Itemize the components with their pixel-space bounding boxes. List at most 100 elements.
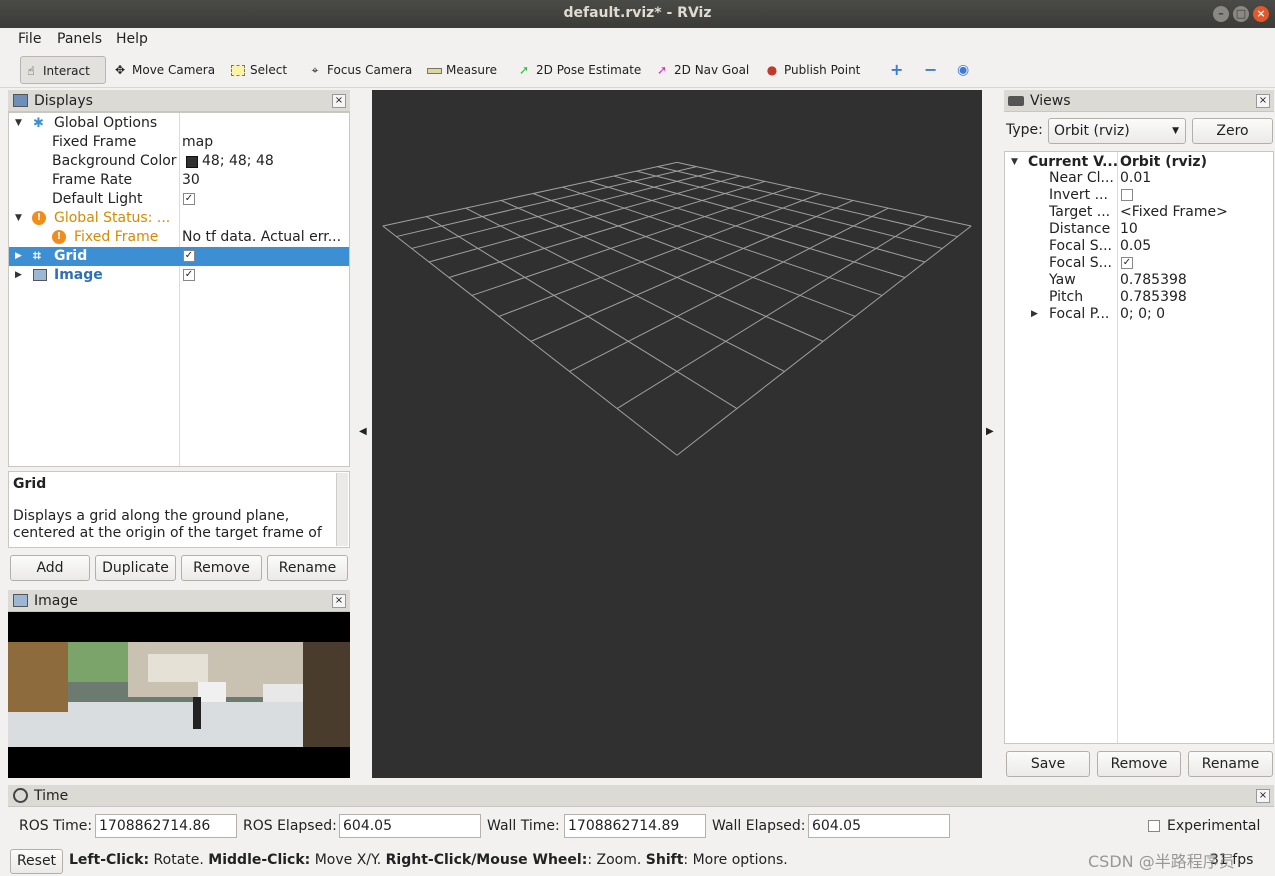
watermark: CSDN @半路程序员 xyxy=(1088,852,1235,871)
measure-tool[interactable]: Measure xyxy=(424,56,497,84)
collapse-arrow-icon[interactable]: ▶ xyxy=(15,266,25,285)
close-icon[interactable]: × xyxy=(1256,94,1270,108)
experimental-checkbox[interactable] xyxy=(1148,820,1160,832)
frame-rate-value[interactable]: 30 xyxy=(182,171,200,190)
right-click-desc: : Zoom. xyxy=(587,852,642,868)
rename-view-button[interactable]: Rename xyxy=(1188,751,1273,777)
ros-elapsed-label: ROS Elapsed: xyxy=(243,818,337,834)
background-color-value[interactable]: 48; 48; 48 xyxy=(202,152,274,171)
wall-elapsed-field[interactable]: 604.05 xyxy=(808,814,950,838)
grid-line xyxy=(465,207,785,372)
default-light-row[interactable]: Default Light ✓ xyxy=(9,190,349,209)
grid-line xyxy=(396,166,697,238)
view-property-value[interactable]: 0.05 xyxy=(1120,238,1151,255)
close-icon[interactable]: × xyxy=(332,594,346,608)
description-scrollbar[interactable] xyxy=(336,473,348,546)
view-property-value[interactable]: 0; 0; 0 xyxy=(1120,306,1165,323)
window-title: default.rviz* - RViz xyxy=(563,5,712,21)
view-property-row[interactable]: Target ... <Fixed Frame> xyxy=(1005,204,1273,221)
view-property-value[interactable]: <Fixed Frame> xyxy=(1120,204,1228,221)
move-camera-tool[interactable]: ✥ Move Camera xyxy=(110,56,215,84)
wall-time-field[interactable]: 1708862714.89 xyxy=(564,814,706,838)
color-swatch[interactable] xyxy=(186,156,198,168)
frame-rate-row[interactable]: Frame Rate 30 xyxy=(9,171,349,190)
collapse-left-icon[interactable]: ◀ xyxy=(359,426,367,437)
remove-view-button[interactable]: Remove xyxy=(1097,751,1181,777)
menu-help[interactable]: Help xyxy=(116,31,148,47)
focus-camera-tool[interactable]: ⌖ Focus Camera xyxy=(305,56,413,84)
tool-properties-button[interactable]: ◉ xyxy=(955,56,969,84)
view-property-name: Pitch xyxy=(1049,289,1084,305)
close-icon[interactable]: × xyxy=(332,94,346,108)
close-icon[interactable]: × xyxy=(1256,789,1270,803)
grid-line xyxy=(448,180,765,278)
image-enabled-checkbox[interactable]: ✓ xyxy=(183,269,195,281)
collapse-arrow-icon[interactable]: ▶ xyxy=(15,247,25,266)
view-property-row[interactable]: Invert ... xyxy=(1005,187,1273,204)
global-status-row[interactable]: ▼ ! Global Status: ... xyxy=(9,209,349,228)
publish-point-tool[interactable]: ● Publish Point xyxy=(762,56,861,84)
save-view-button[interactable]: Save xyxy=(1006,751,1090,777)
pose-estimate-tool[interactable]: ➚ 2D Pose Estimate xyxy=(514,56,641,84)
view-type-value: Orbit (rviz) xyxy=(1054,123,1130,139)
remove-display-button[interactable]: Remove xyxy=(181,555,262,581)
background-color-row[interactable]: Background Color 48; 48; 48 xyxy=(9,152,349,171)
pose-estimate-label: 2D Pose Estimate xyxy=(536,63,642,77)
nav-goal-label: 2D Nav Goal xyxy=(674,63,750,77)
view-property-row[interactable]: Near Cl... 0.01 xyxy=(1005,170,1273,187)
grid-line xyxy=(569,207,889,372)
view-property-row[interactable]: Yaw 0.785398 xyxy=(1005,272,1273,289)
add-display-button[interactable]: Add xyxy=(10,555,90,581)
nav-goal-tool[interactable]: ➚ 2D Nav Goal xyxy=(652,56,749,84)
grid-enabled-checkbox[interactable]: ✓ xyxy=(183,250,195,262)
clock-icon xyxy=(13,788,28,803)
views-tree: ▼ Current V... Orbit (rviz) Near Cl... 0.… xyxy=(1004,151,1274,744)
remove-tool-button[interactable]: − xyxy=(922,56,937,84)
minimize-button[interactable]: – xyxy=(1213,6,1229,22)
view-property-row[interactable]: Focal S... 0.05 xyxy=(1005,238,1273,255)
rename-display-button[interactable]: Rename xyxy=(267,555,348,581)
ros-time-field[interactable]: 1708862714.86 xyxy=(95,814,237,838)
grid-line xyxy=(382,225,678,456)
view-property-name: Distance xyxy=(1049,221,1111,237)
expand-arrow-icon[interactable]: ▼ xyxy=(15,209,25,228)
view-property-value[interactable]: 0.01 xyxy=(1120,170,1151,187)
zero-button[interactable]: Zero xyxy=(1192,118,1273,144)
view-property-row[interactable]: Pitch 0.785398 xyxy=(1005,289,1273,306)
view-property-checkbox[interactable] xyxy=(1121,189,1133,201)
view-property-row[interactable]: ▶ Focal P... 0; 0; 0 xyxy=(1005,306,1273,323)
grid-display-row[interactable]: ▶ ⌗ Grid ✓ xyxy=(9,247,349,266)
view-property-value[interactable]: 0.785398 xyxy=(1120,272,1187,289)
grid-line xyxy=(471,186,792,296)
fixed-frame-row[interactable]: Fixed Frame map xyxy=(9,133,349,152)
ros-elapsed-field[interactable]: 604.05 xyxy=(339,814,481,838)
image-display-row[interactable]: ▶ Image ✓ xyxy=(9,266,349,285)
global-options-row[interactable]: ▼ ✱ Global Options xyxy=(9,114,349,133)
view-property-row[interactable]: Distance 10 xyxy=(1005,221,1273,238)
view-property-checkbox[interactable]: ✓ xyxy=(1121,257,1133,269)
interact-tool[interactable]: ☝ Interact xyxy=(20,56,106,84)
3d-viewport[interactable] xyxy=(372,90,982,778)
view-type-dropdown[interactable]: Orbit (rviz) ▼ xyxy=(1048,118,1186,144)
close-window-button[interactable]: × xyxy=(1253,6,1269,22)
menu-file[interactable]: File xyxy=(18,31,41,47)
menu-panels[interactable]: Panels xyxy=(57,31,102,47)
view-property-value[interactable]: 0.785398 xyxy=(1120,289,1187,306)
title-bar: default.rviz* - RViz – □ × xyxy=(0,0,1275,28)
fixed-frame-value[interactable]: map xyxy=(182,133,213,152)
views-title: Views xyxy=(1004,90,1274,112)
warning-icon: ! xyxy=(52,230,66,244)
view-property-row[interactable]: Focal S... ✓ xyxy=(1005,255,1273,272)
select-tool[interactable]: Select xyxy=(228,56,287,84)
add-tool-button[interactable]: + xyxy=(888,56,903,84)
duplicate-display-button[interactable]: Duplicate xyxy=(95,555,176,581)
collapse-arrow-icon[interactable]: ▶ xyxy=(1031,306,1041,323)
view-property-value[interactable]: 10 xyxy=(1120,221,1138,238)
reset-button[interactable]: Reset xyxy=(10,849,63,874)
grid-line xyxy=(428,175,741,263)
status-fixed-frame-row[interactable]: ! Fixed Frame No tf data. Actual err... xyxy=(9,228,349,247)
default-light-checkbox[interactable]: ✓ xyxy=(183,193,195,205)
collapse-right-icon[interactable]: ▶ xyxy=(986,426,994,437)
expand-arrow-icon[interactable]: ▼ xyxy=(15,114,25,133)
maximize-button[interactable]: □ xyxy=(1233,6,1249,22)
